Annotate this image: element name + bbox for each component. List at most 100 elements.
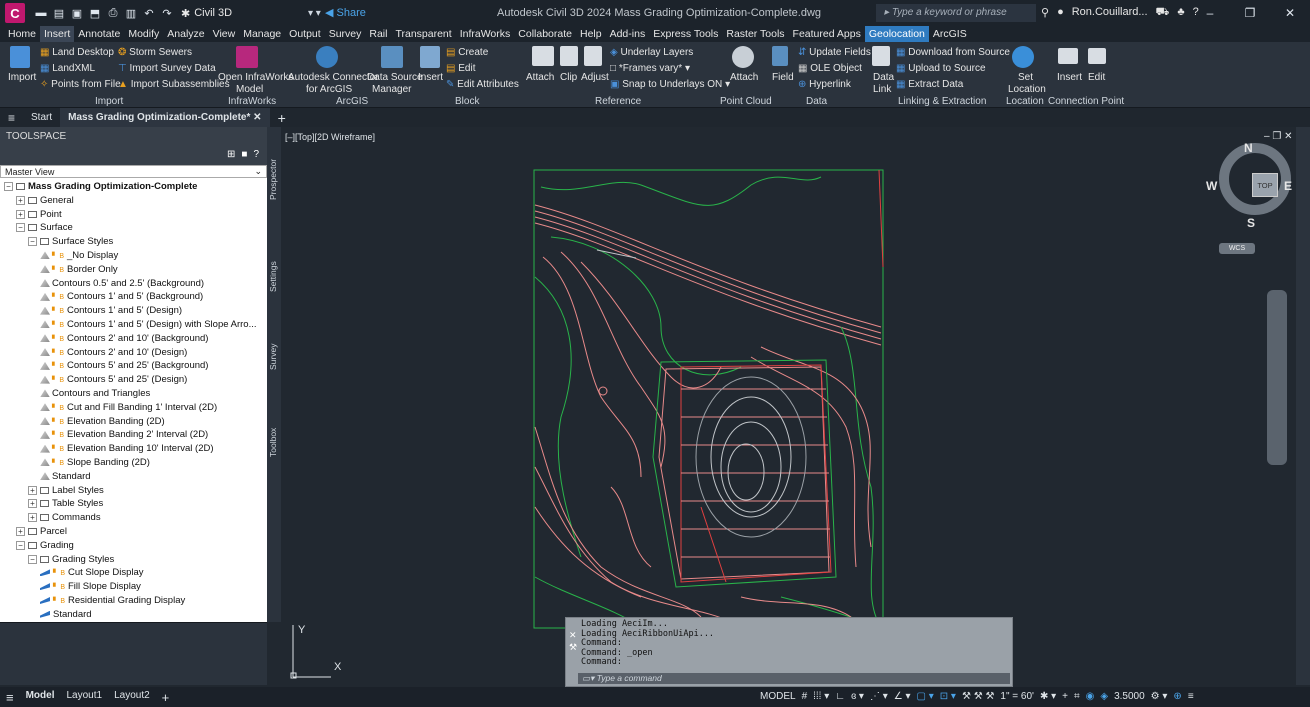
annotation-scale[interactable]: 1" = 60' — [1000, 691, 1034, 702]
close-icon[interactable]: ✕ — [569, 630, 577, 641]
compass-south[interactable]: S — [1247, 216, 1255, 230]
compass-north[interactable]: N — [1244, 141, 1253, 155]
workspace-selector[interactable]: ✱ Civil 3D — [181, 7, 232, 20]
infraworks-icon[interactable] — [236, 46, 258, 68]
open-icon[interactable]: ▤ — [51, 5, 67, 21]
tree-node[interactable]: + Commands — [28, 511, 101, 524]
tree-node[interactable]: ▘ B Elevation Banding 10' Interval (2D) — [40, 442, 214, 455]
tree-node[interactable]: ▘ B Border Only — [40, 263, 118, 276]
tab-prospector[interactable]: Prospector — [268, 149, 280, 209]
autodesk-connector-button[interactable]: Autodesk Connector — [288, 72, 379, 84]
tab-document[interactable]: Mass Grading Optimization-Complete* ✕ — [60, 108, 270, 127]
point-cloud-icon[interactable] — [732, 46, 754, 68]
data-link-icon[interactable] — [872, 46, 890, 66]
field-icon[interactable] — [772, 46, 788, 66]
minimize-icon[interactable]: – — [1190, 0, 1230, 26]
attach-icon[interactable] — [532, 46, 554, 66]
osnap-icon[interactable]: ⋰ ▾ — [870, 691, 888, 702]
block-insert-icon[interactable] — [420, 46, 440, 68]
application-menu-button[interactable]: C — [5, 3, 25, 23]
lineweight-value[interactable]: 3.5000 — [1114, 691, 1145, 702]
tree-node[interactable]: Contours and Triangles — [40, 387, 150, 400]
ribbon-tab-collaborate[interactable]: Collaborate — [514, 26, 576, 42]
tab-settings[interactable]: Settings — [268, 249, 280, 304]
import-button[interactable]: Import — [8, 72, 36, 84]
ribbon-tab-help[interactable]: Help — [576, 26, 606, 42]
expand-toggle-icon[interactable]: − — [28, 237, 37, 247]
ortho-icon[interactable]: ∟ — [835, 691, 845, 702]
redo-icon[interactable]: ↷ — [159, 5, 175, 21]
snap-icon[interactable]: ⁞⁞⁞ ▾ — [813, 691, 829, 702]
ribbon-tab-home[interactable]: Home — [4, 26, 40, 42]
tree-node[interactable]: Standard — [40, 608, 92, 620]
tree-node[interactable]: ▘ B Residential Grading Display — [40, 594, 185, 607]
landxml-button[interactable]: ▦ LandXML — [40, 63, 95, 75]
import-survey-button[interactable]: ⊤ Import Survey Data — [118, 63, 216, 75]
frames-dropdown[interactable]: □ *Frames vary* ▾ — [610, 63, 690, 75]
plot-icon[interactable]: ⎙ — [105, 5, 121, 21]
tree-node[interactable]: ▘ B Elevation Banding (2D) — [40, 415, 165, 428]
ribbon-tab-annotate[interactable]: Annotate — [74, 26, 124, 42]
update-fields-button[interactable]: ⇵ Update Fields — [798, 47, 871, 59]
adjust-button[interactable]: Adjust — [581, 72, 609, 84]
tree-node[interactable]: + General — [16, 194, 74, 207]
ribbon-tab-insert[interactable]: Insert — [40, 26, 75, 42]
expand-toggle-icon[interactable]: − — [16, 540, 25, 550]
list-view-icon[interactable]: ■ — [241, 149, 247, 160]
tab-survey[interactable]: Survey — [268, 332, 280, 382]
command-input[interactable]: ▭▾ Type a command — [578, 673, 1010, 684]
hamburger-icon[interactable]: ≡ — [0, 111, 23, 125]
tree-node[interactable]: ▘ B Elevation Banding 2' Interval (2D) — [40, 428, 208, 441]
new-tab-button[interactable]: + — [270, 110, 294, 126]
hyperlink-button[interactable]: ⊕ Hyperlink — [798, 79, 851, 91]
tree-node[interactable]: ▘ B Fill Slope Display — [40, 580, 141, 593]
download-source-button[interactable]: ▦ Download from Source — [896, 47, 1010, 59]
connection-edit-icon[interactable] — [1088, 48, 1106, 64]
underlay-layers-button[interactable]: ◈ Underlay Layers — [610, 47, 693, 59]
create-block-button[interactable]: ▤ Create — [446, 47, 488, 59]
user-menu[interactable]: ⚲ ● Ron.Couillard... ⛟ ♣ ? — [1041, 6, 1199, 20]
ribbon-tab-arcgis[interactable]: ArcGIS — [929, 26, 971, 42]
expand-toggle-icon[interactable]: + — [16, 209, 25, 219]
tree-node[interactable]: − Surface — [16, 221, 73, 234]
tree-node[interactable]: Contours 0.5' and 2.5' (Background) — [40, 277, 204, 290]
navigation-bar[interactable] — [1267, 290, 1287, 465]
compass-west[interactable]: W — [1206, 179, 1217, 193]
close-icon[interactable]: ✕ — [1270, 0, 1310, 26]
annotation-scale-icon[interactable]: ⚒ ⚒ ⚒ — [962, 691, 994, 702]
expand-toggle-icon[interactable]: + — [28, 499, 37, 509]
globe-icon[interactable] — [1012, 46, 1034, 68]
tree-node[interactable]: ▘ B Contours 1' and 5' (Background) — [40, 290, 203, 303]
tree-node[interactable]: ▘ B Cut and Fill Banding 1' Interval (2D) — [40, 401, 217, 414]
help-circle-icon[interactable]: ? — [253, 149, 259, 160]
edit-block-button[interactable]: ▤ Edit — [446, 63, 475, 75]
tree-node[interactable]: − Surface Styles — [28, 235, 113, 248]
share-button[interactable]: ◀ Share — [325, 6, 366, 19]
extract-data-button[interactable]: ▦ Extract Data — [896, 79, 963, 91]
tree-node[interactable]: + Label Styles — [28, 484, 104, 497]
ribbon-tab-add-ins[interactable]: Add-ins — [606, 26, 650, 42]
lineweight-icon[interactable]: ∠ ▾ — [894, 691, 911, 702]
lineweight-display-icon[interactable]: ◈ — [1100, 691, 1108, 702]
tree-node[interactable]: ▘ B Contours 5' and 25' (Design) — [40, 373, 187, 386]
tree-node[interactable]: Standard — [40, 470, 91, 483]
selection-cycle-icon[interactable]: ▢ ▾ — [917, 691, 934, 702]
ribbon-tab-express-tools[interactable]: Express Tools — [649, 26, 722, 42]
tree-node[interactable]: + Parcel — [16, 525, 67, 538]
wcs-menu[interactable]: WCS — [1219, 243, 1255, 254]
ribbon-tab-raster-tools[interactable]: Raster Tools — [722, 26, 788, 42]
restore-icon[interactable]: ❐ — [1230, 0, 1270, 26]
clean-screen-icon[interactable]: ⊕ — [1173, 691, 1181, 702]
new-icon[interactable]: ▬ — [33, 5, 49, 21]
search-icon[interactable]: ⚲ — [1041, 6, 1049, 20]
viewport-window-controls[interactable]: – ❐ ✕ — [1264, 131, 1292, 142]
search-input[interactable]: ▸ Type a keyword or phrase — [876, 4, 1036, 22]
tree-node[interactable]: ▘ B Cut Slope Display — [40, 566, 144, 579]
drawing-canvas[interactable] — [281, 127, 1296, 685]
people-icon[interactable]: ♣ — [1177, 6, 1184, 20]
tree-node[interactable]: ▘ B Slope Banding (2D) — [40, 456, 150, 469]
ribbon-tab-analyze[interactable]: Analyze — [163, 26, 208, 42]
ribbon-tab-transparent[interactable]: Transparent — [391, 26, 455, 42]
polar-icon[interactable]: ɞ ▾ — [851, 691, 864, 702]
expand-toggle-icon[interactable]: − — [28, 554, 37, 564]
